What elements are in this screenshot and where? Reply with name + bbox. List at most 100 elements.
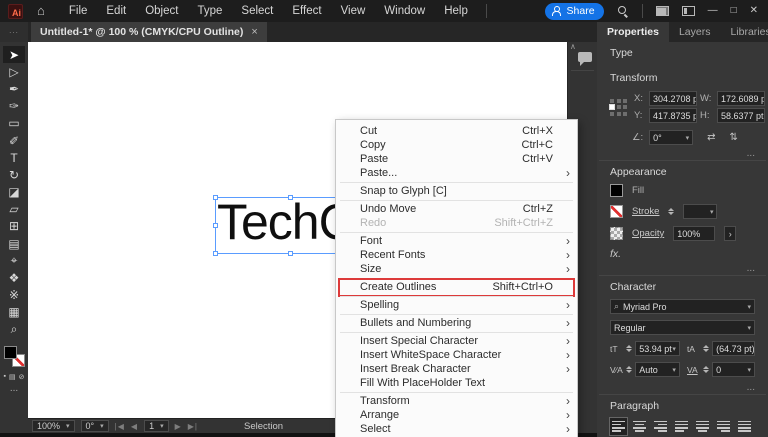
fill-swatch[interactable] <box>3 346 17 360</box>
ctx-size[interactable]: Size › <box>336 262 577 276</box>
stroke-weight-field[interactable]: ▾ <box>683 204 718 219</box>
edit-toolbar-button[interactable]: ... <box>10 384 18 394</box>
none-mode-icon[interactable]: ⊘ <box>19 373 25 381</box>
chevron-down-icon[interactable]: ▾ <box>66 422 70 430</box>
kerning-stepper[interactable] <box>626 365 633 374</box>
previous-artboard-button[interactable]: ◀ <box>131 422 138 431</box>
artboard-number-select[interactable]: 1 ▾ <box>144 420 169 432</box>
align-center[interactable] <box>631 418 648 435</box>
ctx-paste-options[interactable]: Paste... › <box>336 166 577 180</box>
rotation-select[interactable]: 0° ▾ <box>80 420 109 432</box>
first-artboard-button[interactable]: |◀ <box>115 422 125 431</box>
scale-tool[interactable]: ▱ <box>3 201 25 218</box>
shape-builder-tool[interactable]: ⊞ <box>3 218 25 235</box>
ctx-arrange[interactable]: Arrange › <box>336 408 577 422</box>
justify-last-right[interactable] <box>715 418 732 435</box>
rectangle-tool[interactable]: ▭ <box>3 115 25 132</box>
transform-more-options-button[interactable]: ... <box>599 149 766 160</box>
tracking-field[interactable]: 0 ▾ <box>712 362 755 377</box>
reference-point-selector[interactable] <box>609 98 627 116</box>
tab-close-icon[interactable]: × <box>251 26 257 38</box>
tab-libraries[interactable]: Libraries <box>720 22 768 42</box>
zoom-tool[interactable]: ⌕ <box>3 321 25 338</box>
gradient-mode-icon[interactable]: ▤ <box>9 373 16 381</box>
ctx-redo[interactable]: Redo Shift+Ctrl+Z <box>336 216 577 230</box>
scroll-up-icon[interactable]: ∧ <box>570 42 576 51</box>
ctx-recent-fonts[interactable]: Recent Fonts › <box>336 248 577 262</box>
menubar-item[interactable]: Help <box>444 0 468 22</box>
selection-handle[interactable] <box>213 251 218 256</box>
ctx-cut[interactable]: Cut Ctrl+X <box>336 124 577 138</box>
home-icon[interactable]: ⌂ <box>37 0 45 22</box>
direct-selection-tool[interactable]: ▷ <box>3 63 25 80</box>
chevron-down-icon[interactable]: ▾ <box>747 366 751 374</box>
document-tab[interactable]: Untitled-1* @ 100 % (CMYK/CPU Outline) × <box>31 22 267 42</box>
menubar-item[interactable]: Type <box>197 0 222 22</box>
pen-tool[interactable]: ✒ <box>3 80 25 97</box>
opacity-swatch[interactable] <box>610 227 623 240</box>
rotate-tool[interactable]: ↻ <box>3 166 25 183</box>
ctx-font[interactable]: Font › <box>336 234 577 248</box>
opacity-options-button[interactable]: › <box>724 226 737 241</box>
opacity-field[interactable]: 100% <box>673 226 716 241</box>
last-artboard-button[interactable]: ▶| <box>188 422 198 431</box>
fill-color-swatch[interactable] <box>610 184 623 197</box>
menubar-item[interactable]: Select <box>241 0 273 22</box>
ctx-transform[interactable]: Transform › <box>336 394 577 408</box>
justify-last-center[interactable] <box>694 418 711 435</box>
ctx-paste[interactable]: Paste Ctrl+V <box>336 152 577 166</box>
gradient-tool[interactable]: ▤ <box>3 235 25 252</box>
workspace-switcher-icon[interactable] <box>681 6 695 16</box>
chevron-down-icon[interactable]: ▾ <box>160 422 164 430</box>
tracking-stepper[interactable] <box>703 365 710 374</box>
chevron-down-icon[interactable]: ▾ <box>747 303 751 311</box>
eyedropper-tool[interactable]: ⌖ <box>3 252 25 269</box>
maximize-button[interactable]: □ <box>731 0 737 22</box>
next-artboard-button[interactable]: ▶ <box>175 422 182 431</box>
artboard-tool[interactable]: ▦ <box>3 304 25 321</box>
character-more-options-button[interactable]: ... <box>599 383 766 394</box>
share-button[interactable]: Share <box>544 2 604 20</box>
chevron-down-icon[interactable]: ▾ <box>747 324 751 332</box>
selection-handle[interactable] <box>288 195 293 200</box>
stroke-color-swatch[interactable] <box>610 205 623 218</box>
ctx-undo-move[interactable]: Undo Move Ctrl+Z <box>336 202 577 216</box>
selection-tool[interactable]: ➤ <box>3 46 25 64</box>
chevron-down-icon[interactable]: ▾ <box>672 345 676 353</box>
menubar-item[interactable]: Window <box>384 0 425 22</box>
height-field[interactable]: 58.6377 pt <box>717 108 765 123</box>
ctx-insert-special-character[interactable]: Insert Special Character › <box>336 334 577 348</box>
ctx-copy[interactable]: Copy Ctrl+C <box>336 138 577 152</box>
kerning-field[interactable]: Auto ▾ <box>635 362 680 377</box>
close-button[interactable]: ✕ <box>750 0 758 22</box>
justify-last-left[interactable] <box>673 418 690 435</box>
zoom-level-select[interactable]: 100% ▾ <box>32 420 75 432</box>
fx-button[interactable]: fx. <box>610 248 755 260</box>
leading-stepper[interactable] <box>703 344 710 353</box>
ctx-spelling[interactable]: Spelling › <box>336 298 577 312</box>
y-position-field[interactable]: 417.8735 pt <box>649 108 697 123</box>
ctx-create-outlines[interactable]: Create Outlines Shift+Ctrl+O <box>336 277 577 297</box>
menubar-item[interactable]: File <box>69 0 88 22</box>
ctx-select[interactable]: Select › <box>336 422 577 436</box>
appearance-more-options-button[interactable]: ... <box>599 264 766 275</box>
tab-properties[interactable]: Properties <box>597 22 669 42</box>
chevron-down-icon[interactable]: ▾ <box>672 366 676 374</box>
ctx-insert-whitespace-character[interactable]: Insert WhiteSpace Character › <box>336 348 577 362</box>
width-field[interactable]: 172.6089 pt <box>717 91 765 106</box>
ctx-bullets-numbering[interactable]: Bullets and Numbering › <box>336 316 577 330</box>
menubar-item[interactable]: View <box>341 0 366 22</box>
selection-handle[interactable] <box>213 195 218 200</box>
search-icon[interactable] <box>617 5 629 17</box>
chevron-down-icon[interactable]: ▾ <box>686 134 690 142</box>
font-style-select[interactable]: Regular ▾ <box>610 320 755 335</box>
leading-field[interactable]: (64.73 pt) ▾ <box>712 341 755 356</box>
menubar-item[interactable]: Object <box>145 0 178 22</box>
opacity-link[interactable]: Opacity <box>632 228 664 239</box>
font-size-stepper[interactable] <box>626 344 633 353</box>
blend-tool[interactable]: ❖ <box>3 269 25 286</box>
align-right[interactable] <box>652 418 669 435</box>
ctx-insert-break-character[interactable]: Insert Break Character › <box>336 362 577 376</box>
x-position-field[interactable]: 304.2708 pt <box>649 91 697 106</box>
flip-horizontal-button[interactable]: ⇄ <box>707 132 715 143</box>
